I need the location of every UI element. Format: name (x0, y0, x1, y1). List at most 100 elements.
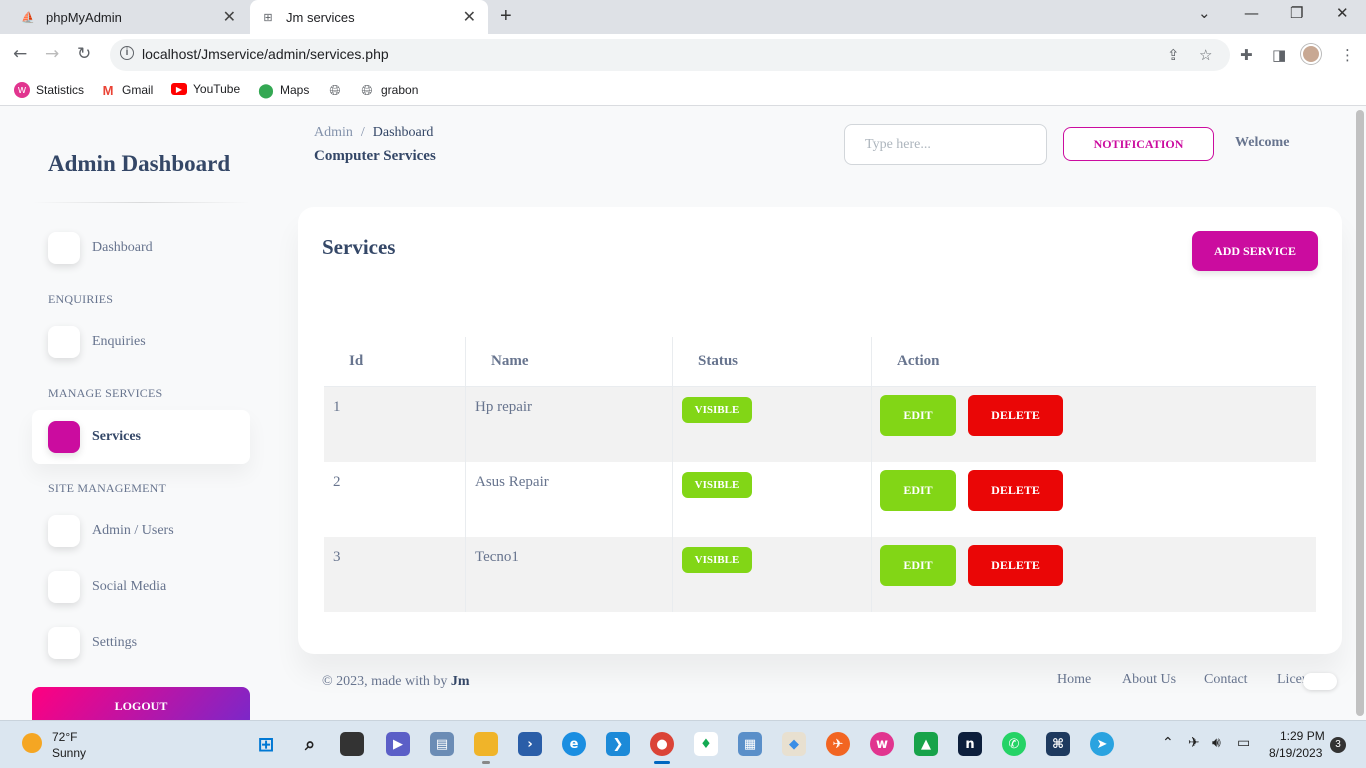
logout-button[interactable]: LOGOUT (32, 687, 250, 720)
delete-button[interactable]: DELETE (968, 395, 1063, 436)
new-tab-button[interactable]: + (500, 5, 512, 28)
powershell-icon[interactable]: › (518, 732, 542, 756)
task-view-icon[interactable] (340, 732, 364, 756)
wamp-icon[interactable]: w (870, 732, 894, 756)
file-explorer-icon[interactable] (474, 732, 498, 764)
edit-button[interactable]: EDIT (880, 545, 956, 586)
volume-icon[interactable]: 🔊︎ (1212, 735, 1221, 751)
footer-link-home[interactable]: Home (1057, 672, 1091, 688)
globe-icon: ⊞ (263, 11, 273, 24)
weather-sun-icon[interactable] (22, 733, 42, 753)
edit-button[interactable]: EDIT (880, 470, 956, 511)
edit-button[interactable]: EDIT (880, 395, 956, 436)
maps-icon: ⬤ (258, 81, 274, 98)
notification-button[interactable]: NOTIFICATION (1063, 127, 1214, 161)
menu-icon[interactable]: ⋮ (1340, 46, 1355, 64)
tab-title: Jm services (286, 9, 355, 25)
sidebar-item-label: Enquiries (92, 334, 146, 349)
restore-icon[interactable]: ❐ (1290, 4, 1303, 22)
sidebar-item-admin-users[interactable]: Admin / Users (32, 504, 250, 558)
service-id: 2 (333, 474, 341, 490)
whatsapp-icon[interactable]: ✆ (1002, 732, 1026, 756)
telegram-icon[interactable]: ➤ (1090, 732, 1114, 756)
service-name: Tecno1 (475, 549, 519, 565)
header-cell-name: Name (465, 337, 671, 386)
reload-icon[interactable]: ↻ (77, 44, 91, 64)
clock-date[interactable]: 8/19/2023 (1269, 746, 1322, 760)
chrome-icon[interactable]: ● (650, 732, 674, 764)
teams-icon[interactable]: ▶ (386, 732, 410, 756)
gitkraken-icon[interactable]: ◆ (782, 732, 806, 756)
sidebar-item-enquiries[interactable]: Enquiries (32, 315, 250, 369)
footer-link-about[interactable]: About Us (1122, 672, 1176, 688)
status-badge: VISIBLE (682, 397, 752, 423)
add-service-button[interactable]: ADD SERVICE (1192, 231, 1318, 271)
sidebar-heading-enquiries: ENQUIRIES (48, 292, 114, 306)
breadcrumb-separator: / (360, 125, 365, 140)
search-icon[interactable]: ⌕ (298, 732, 322, 756)
share-icon[interactable]: ⇪ (1167, 46, 1180, 64)
sidebar-item-label: Settings (92, 635, 138, 650)
notification-count-badge[interactable]: 3 (1330, 737, 1346, 753)
bookmark-maps[interactable]: ⬤ Maps (258, 82, 309, 98)
bookmark-grabon[interactable]: 🌐︎ grabon (359, 82, 418, 98)
site-info-icon[interactable]: i (120, 46, 134, 60)
table-row: 3 Tecno1 VISIBLE EDIT DELETE (324, 537, 1316, 612)
enquiries-icon (48, 326, 80, 358)
search-input[interactable] (844, 124, 1047, 165)
control-panel-icon[interactable]: ▦ (738, 732, 762, 756)
page-scrollbar[interactable] (1356, 110, 1364, 716)
close-icon[interactable]: ✕ (463, 7, 476, 27)
tab-phpmyadmin[interactable]: ⛵ phpMyAdmin ✕ (8, 0, 248, 34)
sidebar-item-services[interactable]: Services (32, 410, 250, 464)
edge-icon[interactable]: e (562, 732, 586, 756)
side-panel-icon[interactable]: ◨ (1272, 46, 1286, 64)
mongodb-icon[interactable]: ♦ (694, 732, 718, 756)
sidebar-item-social-media[interactable]: Social Media (32, 560, 250, 614)
delete-button[interactable]: DELETE (968, 470, 1063, 511)
bookmark-statistics[interactable]: w Statistics (14, 82, 84, 98)
bookmark-youtube[interactable]: ▶ YouTube (171, 82, 240, 96)
status-badge: VISIBLE (682, 472, 752, 498)
chevron-up-icon[interactable]: ⌃ (1162, 735, 1174, 751)
workbench-icon[interactable]: ⌘ (1046, 732, 1070, 756)
sidebar-heading-manage-services: MANAGE SERVICES (48, 386, 163, 400)
battery-icon[interactable]: ▭ (1237, 735, 1250, 751)
bookmark-gmail[interactable]: M Gmail (100, 82, 154, 98)
weather-description: Sunny (52, 746, 87, 760)
notepad-plus-icon[interactable]: ▲ (914, 732, 938, 756)
avatar[interactable] (1301, 44, 1321, 64)
bookmark-globe[interactable]: 🌐︎ (327, 82, 349, 98)
delete-button[interactable]: DELETE (968, 545, 1063, 586)
sidebar-divider (32, 202, 250, 203)
address-bar[interactable]: i localhost/Jmservice/admin/services.php… (110, 39, 1230, 71)
phpmyadmin-icon: ⛵ (21, 11, 35, 24)
close-icon[interactable]: ✕ (223, 7, 236, 27)
airplane-icon[interactable]: ✈ (1188, 735, 1200, 751)
extensions-icon[interactable]: ✚ (1240, 46, 1253, 64)
service-name: Hp repair (475, 399, 533, 415)
sidebar-item-dashboard[interactable]: Dashboard (32, 221, 250, 275)
forward-icon[interactable]: → (45, 44, 59, 64)
minimize-icon[interactable]: — (1244, 4, 1259, 22)
back-icon[interactable]: ← (13, 44, 27, 64)
weather-temperature: 72°F (52, 730, 78, 744)
breadcrumb-root[interactable]: Admin (314, 125, 353, 141)
postman-icon[interactable]: ✈ (826, 732, 850, 756)
footer-link-contact[interactable]: Contact (1204, 672, 1248, 688)
globe-icon: 🌐︎ (329, 81, 341, 98)
star-icon[interactable]: ☆ (1199, 46, 1212, 64)
clock-time[interactable]: 1:29 PM (1280, 729, 1325, 743)
start-icon[interactable]: ⊞ (254, 732, 278, 756)
sidebar-item-settings[interactable]: Settings (32, 616, 250, 670)
footer-copyright: © 2023, made with by Jm (322, 674, 470, 690)
notion-icon[interactable]: n (958, 732, 982, 756)
vscode-icon[interactable]: ❯ (606, 732, 630, 756)
remote-desktop-icon[interactable]: ▤ (430, 732, 454, 756)
bookmarks-bar: w Statistics M Gmail ▶ YouTube ⬤ Maps 🌐︎… (0, 76, 1366, 106)
tab-jm-services[interactable]: ⊞ Jm services ✕ (250, 0, 488, 34)
table-row: 1 Hp repair VISIBLE EDIT DELETE (324, 387, 1316, 462)
theme-toggle[interactable] (1303, 673, 1337, 690)
tab-search-icon[interactable]: ⌄ (1198, 4, 1211, 22)
close-window-icon[interactable]: ✕ (1336, 4, 1349, 22)
